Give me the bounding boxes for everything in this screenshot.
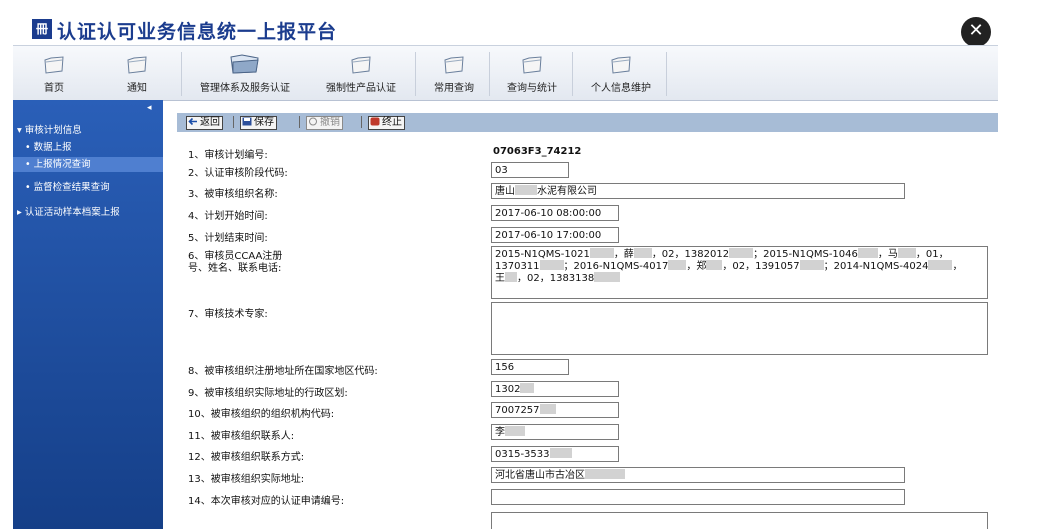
label-audit-stage-code: 2、认证审核阶段代码:: [188, 168, 288, 179]
contact-info-field[interactable]: 0315-3533: [491, 446, 619, 462]
redacted-block: [505, 272, 517, 282]
redacted-block: [539, 404, 556, 414]
label-organization-name: 3、被审核组织名称:: [188, 189, 278, 200]
redacted-block: [799, 260, 824, 270]
toolbar-divider: [361, 116, 362, 128]
folder-icon: [127, 56, 147, 74]
top-navigation: 首页 通知 管理体系及服务认证 强制性产品认证 常用查询 查询与统计 个人信息维…: [13, 45, 998, 101]
save-button[interactable]: 保存: [240, 116, 277, 130]
folder-icon: [351, 56, 371, 74]
redacted-block: [539, 260, 564, 270]
contact-person-field[interactable]: 李: [491, 424, 619, 440]
sidebar: ◂ ▾ 审核计划信息 • 数据上报 • 上报情况查询 • 监督检查结果查询 ▸ …: [13, 100, 163, 529]
redacted-block: [729, 248, 754, 258]
redacted-block: [520, 383, 535, 393]
redacted-block: [668, 260, 687, 270]
nav-personal-info[interactable]: 个人信息维护: [583, 46, 659, 100]
folder-icon: [44, 56, 64, 74]
nav-query-statistics[interactable]: 查询与统计: [500, 46, 564, 100]
nav-divider: [415, 52, 416, 96]
back-button[interactable]: 返回: [186, 116, 223, 130]
auditors-line-3: 王，02，1383138: [495, 272, 987, 284]
plan-start-time-field[interactable]: 2017-06-10 08:00:00: [491, 205, 619, 221]
auditors-textarea[interactable]: 2015-N1QMS-1021 ，薛 ，02，1382012 ；2015-N1QMS-…: [491, 246, 988, 299]
nav-mandatory-product[interactable]: 强制性产品认证: [313, 46, 409, 100]
app-logo: 冊: [32, 19, 52, 39]
organization-code-field[interactable]: 7007257: [491, 402, 619, 418]
redacted-block: [928, 260, 953, 270]
undo-icon: [309, 117, 317, 126]
close-icon[interactable]: ✕: [961, 17, 991, 47]
label-auditors-line2: 号、姓名、联系电话:: [188, 263, 282, 274]
redacted-block: [549, 448, 572, 458]
toolbar-divider: [299, 116, 300, 128]
collapse-sidebar-icon[interactable]: ◂: [147, 103, 152, 113]
app-title: 认证认可业务信息统一上报平台: [57, 21, 338, 43]
redacted-block: [589, 248, 614, 258]
label-administrative-division: 9、被审核组织实际地址的行政区划:: [188, 388, 348, 399]
label-plan-end-time: 5、计划结束时间:: [188, 233, 268, 244]
redacted-block: [897, 248, 916, 258]
redacted-block: [515, 185, 537, 195]
nav-common-query[interactable]: 常用查询: [425, 46, 483, 100]
sidebar-item-data-report[interactable]: • 数据上报: [13, 140, 163, 155]
label-organization-code: 10、被审核组织的组织机构代码:: [188, 409, 335, 420]
nav-divider: [489, 52, 490, 96]
title-bar: 冊 认证认可业务信息统一上报平台: [13, 15, 998, 45]
stop-icon: [370, 117, 380, 126]
redacted-block: [594, 272, 621, 282]
sidebar-item-report-status-query[interactable]: • 上报情况查询: [13, 157, 163, 172]
redacted-block: [505, 426, 525, 436]
nav-divider: [666, 52, 667, 96]
nav-management-certification[interactable]: 管理体系及服务认证: [187, 46, 303, 100]
label-country-code: 8、被审核组织注册地址所在国家地区代码:: [188, 366, 378, 377]
auditors-line-1: 2015-N1QMS-1021 ，薛 ，02，1382012 ；2015-N1QMS-…: [495, 248, 949, 260]
label-plan-start-time: 4、计划开始时间:: [188, 211, 268, 222]
nav-divider: [572, 52, 573, 96]
stop-button[interactable]: 终止: [368, 116, 405, 130]
sidebar-group-sample-archive[interactable]: ▸ 认证活动样本档案上报: [17, 204, 120, 218]
actual-address-field[interactable]: 河北省唐山市古冶区: [491, 467, 905, 483]
administrative-division-field[interactable]: 1302: [491, 381, 619, 397]
redacted-block: [633, 248, 652, 258]
open-folder-icon: [230, 54, 259, 74]
label-audit-plan-number: 1、审核计划编号:: [188, 150, 268, 161]
toolbar-divider: [233, 116, 234, 128]
label-contact-info: 12、被审核组织联系方式:: [188, 452, 305, 463]
organization-name-field[interactable]: 唐山 水泥有限公司: [491, 183, 905, 199]
folder-icon: [444, 56, 464, 74]
cancel-button[interactable]: 撤销: [306, 116, 343, 130]
form-toolbar: 返回 保存 撤销 终止: [177, 113, 998, 132]
label-application-number: 14、本次审核对应的认证申请编号:: [188, 496, 345, 507]
plan-end-time-field[interactable]: 2017-06-10 17:00:00: [491, 227, 619, 243]
redacted-block: [706, 260, 723, 270]
next-field-partial[interactable]: [491, 512, 988, 529]
save-icon: [242, 117, 252, 126]
label-contact-person: 11、被审核组织联系人:: [188, 431, 295, 442]
nav-notice[interactable]: 通知: [116, 46, 158, 100]
label-technical-expert: 7、审核技术专家:: [188, 309, 268, 320]
technical-expert-textarea[interactable]: [491, 302, 988, 355]
audit-plan-number-value: 07063F3_74212: [493, 146, 582, 157]
application-number-field[interactable]: [491, 489, 905, 505]
redacted-block: [857, 248, 878, 258]
back-icon: [188, 117, 197, 126]
audit-stage-code-field[interactable]: 03: [491, 162, 569, 178]
label-actual-address: 13、被审核组织实际地址:: [188, 474, 305, 485]
sidebar-item-inspection-result-query[interactable]: • 监督检查结果查询: [13, 180, 163, 195]
sidebar-group-audit-plan[interactable]: ▾ 审核计划信息: [17, 122, 82, 136]
redacted-block: [585, 469, 625, 479]
auditors-line-2: 1370311 ；2016-N1QMS-4017 ，郑 ，02，1391057 ；201…: [495, 260, 963, 272]
nav-divider: [181, 52, 182, 96]
nav-home[interactable]: 首页: [33, 46, 75, 100]
folder-icon: [611, 56, 631, 74]
country-code-field[interactable]: 156: [491, 359, 569, 375]
folder-icon: [522, 56, 542, 74]
